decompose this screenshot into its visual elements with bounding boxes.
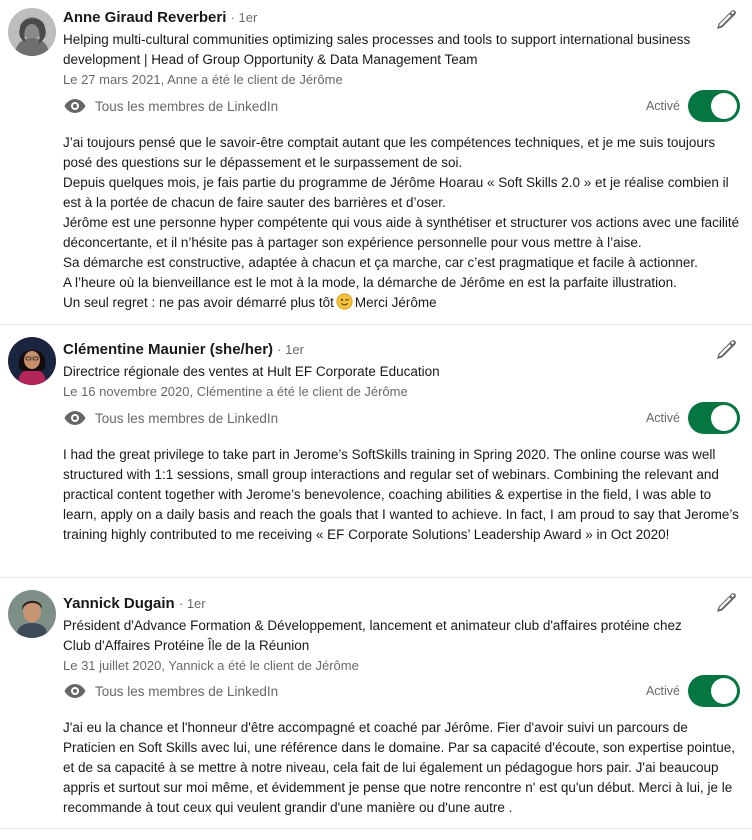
recommendation-text: J'ai eu la chance et l'honneur d'être ac… — [63, 718, 740, 818]
recommendations-list: Anne Giraud Reverberi · 1er Helping mult… — [0, 0, 752, 829]
recommendation-paragraph: J'ai eu la chance et l'honneur d'être ac… — [63, 720, 735, 815]
visibility-row: Tous les membres de LinkedIn Activé — [63, 402, 740, 434]
visibility-label: Tous les membres de LinkedIn — [95, 410, 279, 426]
recommendation-date: Le 27 mars 2021, Anne a été le client de… — [63, 72, 343, 87]
recommendation-paragraph: Sa démarche est constructive, adaptée à … — [63, 255, 698, 270]
recommendation-card: Yannick Dugain · 1er Président d'Advance… — [0, 578, 752, 829]
recommendation-text: I had the great privilege to take part i… — [63, 445, 740, 545]
recommender-headline: Président d'Advance Formation & Développ… — [63, 618, 682, 653]
recommendation-date: Le 31 juillet 2020, Yannick a été le cli… — [63, 658, 359, 673]
avatar[interactable] — [8, 337, 56, 385]
recommendation-paragraph: J’ai toujours pensé que le savoir-être c… — [63, 135, 716, 170]
recommendation-paragraph: Jérôme est une personne hyper compétente… — [63, 215, 740, 250]
toggle-status-label: Activé — [645, 684, 680, 698]
recommendation-text: J’ai toujours pensé que le savoir-être c… — [63, 133, 740, 313]
recommender-name[interactable]: Anne Giraud Reverberi — [63, 9, 226, 26]
recommender-name[interactable]: Clémentine Maunier (she/her) — [63, 341, 273, 358]
edit-pencil-icon[interactable] — [714, 591, 738, 615]
eye-icon — [64, 99, 86, 113]
connection-degree: · 1er — [230, 10, 258, 25]
avatar[interactable] — [8, 8, 56, 56]
show-recommendation-toggle[interactable] — [688, 402, 740, 434]
visibility-row: Tous les membres de LinkedIn Activé — [63, 90, 740, 122]
visibility-setting[interactable]: Tous les membres de LinkedIn — [63, 90, 278, 122]
avatar[interactable] — [8, 590, 56, 638]
toggle-status-label: Activé — [645, 411, 680, 425]
visibility-label: Tous les membres de LinkedIn — [95, 683, 279, 699]
toggle-status-label: Activé — [645, 99, 680, 113]
recommendation-card: Anne Giraud Reverberi · 1er Helping mult… — [0, 0, 752, 325]
visibility-setting[interactable]: Tous les membres de LinkedIn — [63, 675, 278, 707]
visibility-setting[interactable]: Tous les membres de LinkedIn — [63, 402, 278, 434]
edit-pencil-icon[interactable] — [714, 338, 738, 362]
recommendation-paragraph: Depuis quelques mois, je fais partie du … — [63, 175, 729, 210]
edit-pencil-icon[interactable] — [714, 8, 738, 32]
recommendation-header: Yannick Dugain · 1er Président d'Advance… — [63, 596, 692, 675]
recommendation-header: Anne Giraud Reverberi · 1er Helping mult… — [63, 10, 692, 89]
eye-icon — [64, 684, 86, 698]
recommendation-date: Le 16 novembre 2020, Clémentine a été le… — [63, 384, 408, 399]
recommendation-paragraph: I had the great privilege to take part i… — [63, 447, 739, 542]
eye-icon — [64, 411, 86, 425]
recommendation-paragraph: A l’heure où la bienveillance est le mot… — [63, 275, 677, 290]
visibility-row: Tous les membres de LinkedIn Activé — [63, 675, 740, 707]
recommendation-header: Clémentine Maunier (she/her) · 1er Direc… — [63, 342, 692, 401]
connection-degree: · 1er — [178, 596, 206, 611]
wink-emoji-icon — [336, 293, 353, 310]
recommendation-paragraph: Un seul regret : ne pas avoir démarré pl… — [63, 293, 437, 310]
show-recommendation-toggle[interactable] — [688, 675, 740, 707]
visibility-label: Tous les membres de LinkedIn — [95, 98, 279, 114]
show-recommendation-toggle[interactable] — [688, 90, 740, 122]
recommender-headline: Directrice régionale des ventes at Hult … — [63, 364, 440, 379]
recommender-name[interactable]: Yannick Dugain — [63, 595, 175, 612]
connection-degree: · 1er — [277, 342, 304, 357]
recommender-headline: Helping multi-cultural communities optim… — [63, 32, 691, 67]
recommendation-card: Clémentine Maunier (she/her) · 1er Direc… — [0, 325, 752, 578]
